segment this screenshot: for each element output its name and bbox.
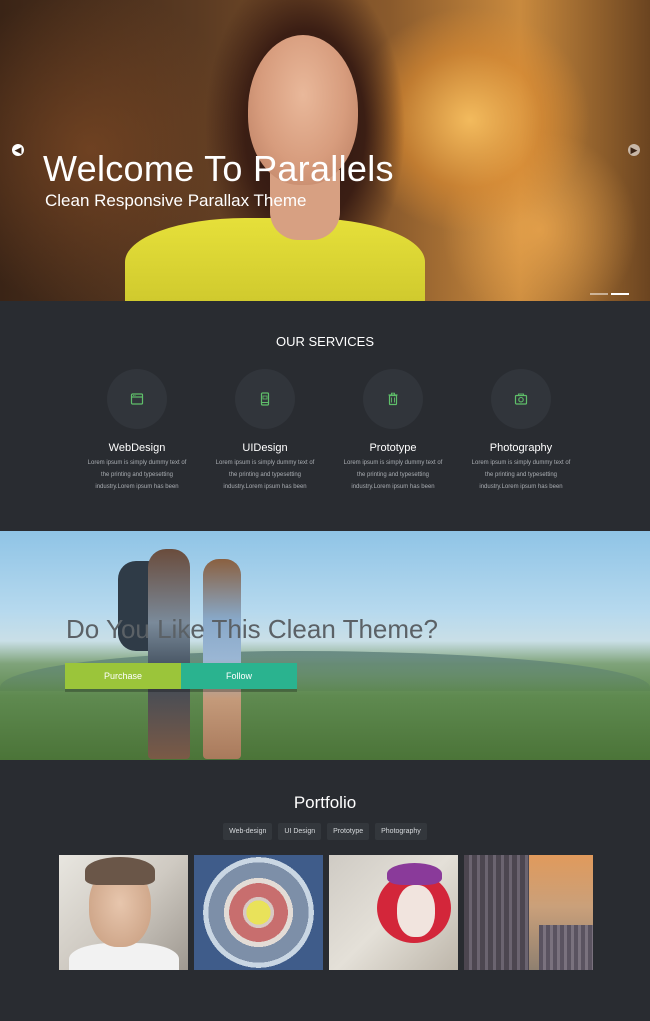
slider-next-button[interactable]: ▶ bbox=[628, 144, 640, 156]
browser-window-icon bbox=[130, 393, 144, 405]
slider-dot-2[interactable] bbox=[611, 293, 629, 295]
service-name: UIDesign bbox=[242, 442, 288, 454]
service-item-photography: Photography Lorem ipsum is simply dummy … bbox=[461, 369, 581, 493]
service-name: Photography bbox=[489, 442, 553, 454]
portfolio-section: Portfolio Web-design UI Design Prototype… bbox=[0, 760, 650, 1021]
follow-button[interactable]: Follow bbox=[181, 663, 297, 689]
trash-bin-icon bbox=[388, 392, 398, 406]
hero-background-figure-shirt bbox=[125, 218, 425, 301]
service-item-uidesign: UIDesign Lorem ipsum is simply dummy tex… bbox=[205, 369, 325, 493]
cta-banner: Do You Like This Clean Theme? Purchase F… bbox=[0, 531, 650, 760]
cta-title: Do You Like This Clean Theme? bbox=[66, 614, 438, 644]
thumb-building bbox=[539, 925, 593, 970]
filter-ui-design[interactable]: UI Design bbox=[278, 823, 322, 840]
service-icon-circle bbox=[235, 369, 295, 429]
service-item-webdesign: WebDesign Lorem ipsum is simply dummy te… bbox=[77, 369, 197, 493]
portfolio-item-skyscraper[interactable] bbox=[464, 855, 593, 970]
services-section: OUR SERVICES WebDesign Lorem ipsum is si… bbox=[0, 301, 650, 531]
service-description: Lorem ipsum is simply dummy text of the … bbox=[343, 460, 443, 490]
thumb-building bbox=[464, 855, 529, 970]
hero-title: Welcome To Parallels bbox=[43, 148, 394, 189]
arrow-left-circle-icon: ◀ bbox=[14, 145, 22, 155]
service-name: WebDesign bbox=[108, 442, 166, 454]
thumb-hat bbox=[387, 863, 442, 885]
filter-web-design[interactable]: Web-design bbox=[223, 823, 273, 840]
service-description: Lorem ipsum is simply dummy text of the … bbox=[87, 460, 187, 490]
service-icon-circle bbox=[363, 369, 423, 429]
thumb-face bbox=[397, 885, 435, 937]
service-icon-circle bbox=[491, 369, 551, 429]
portfolio-item-clown[interactable] bbox=[329, 855, 458, 970]
portfolio-filters: Web-design UI Design Prototype Photograp… bbox=[0, 823, 650, 840]
portfolio-item-phone-man[interactable] bbox=[59, 855, 188, 970]
hero-slider: ◀ ▶ Welcome To Parallels Clean Responsiv… bbox=[0, 0, 650, 301]
service-item-prototype: Prototype Lorem ipsum is simply dummy te… bbox=[333, 369, 453, 493]
service-description: Lorem ipsum is simply dummy text of the … bbox=[471, 460, 571, 490]
filter-prototype[interactable]: Prototype bbox=[327, 823, 370, 840]
cta-background-hiker-2 bbox=[203, 559, 241, 759]
slider-dot-1[interactable] bbox=[590, 293, 608, 295]
mobile-phone-icon bbox=[260, 392, 270, 406]
thumb-hair bbox=[85, 857, 155, 885]
cta-background-hiker-1 bbox=[148, 549, 190, 759]
service-icon-circle bbox=[107, 369, 167, 429]
arrow-right-circle-icon: ▶ bbox=[630, 145, 638, 155]
filter-photography[interactable]: Photography bbox=[375, 823, 427, 840]
slider-pagination bbox=[590, 293, 629, 295]
hero-subtitle: Clean Responsive Parallax Theme bbox=[45, 191, 307, 210]
camera-icon bbox=[514, 393, 528, 405]
slider-prev-button[interactable]: ◀ bbox=[12, 144, 24, 156]
service-description: Lorem ipsum is simply dummy text of the … bbox=[215, 460, 315, 490]
services-title: OUR SERVICES bbox=[275, 334, 374, 349]
purchase-button[interactable]: Purchase bbox=[65, 663, 181, 689]
service-name: Prototype bbox=[369, 442, 417, 454]
thumb-shirt bbox=[69, 943, 179, 970]
portfolio-title: Portfolio bbox=[293, 793, 357, 812]
portfolio-item-target[interactable] bbox=[194, 855, 323, 970]
